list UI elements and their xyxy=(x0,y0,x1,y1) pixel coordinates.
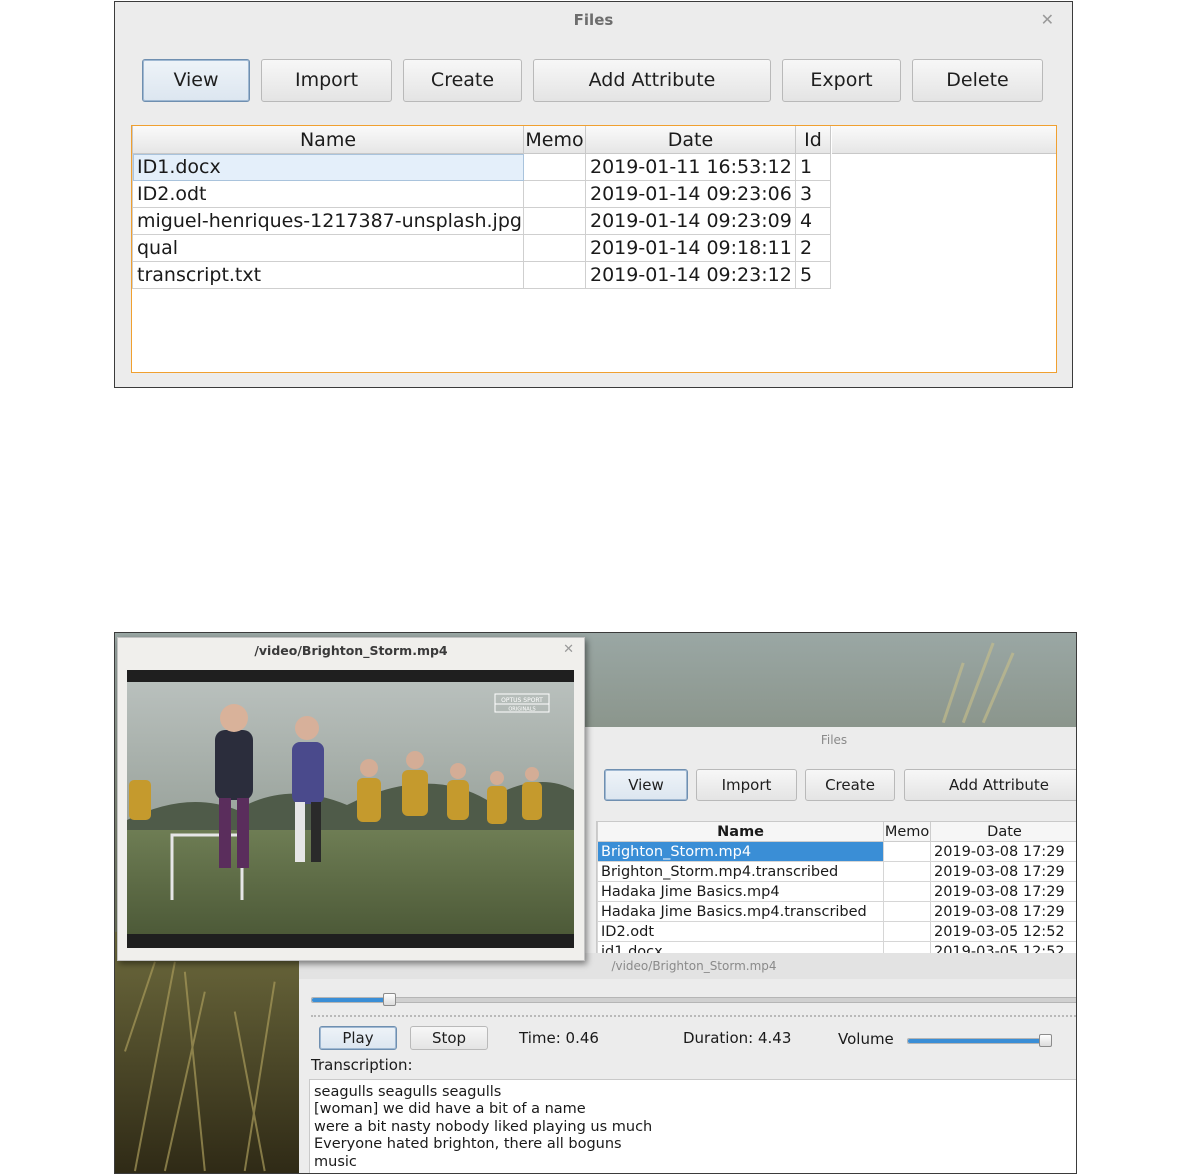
video-window: /video/Brighton_Storm.mp4 ✕ OPTUS SPORT … xyxy=(117,637,585,961)
table-row[interactable]: ID2.odt 2019-03-05 12:52 xyxy=(597,921,1076,942)
cell-date[interactable]: 2019-01-14 09:18:11 xyxy=(585,234,796,262)
transcript-line: seagulls seagulls seagulls xyxy=(314,1084,502,1100)
cell-date[interactable]: 2019-01-14 09:23:12 xyxy=(585,261,796,289)
view-button[interactable]: View xyxy=(604,769,688,801)
cell-memo[interactable] xyxy=(523,153,586,181)
time-label: Time: 0.46 xyxy=(519,1029,599,1047)
cell-memo[interactable] xyxy=(883,861,931,882)
files-table[interactable]: Name Memo Date Id ID1.docx 2019-01-11 16… xyxy=(131,125,1057,373)
video-frame[interactable]: OPTUS SPORT ORIGINALS xyxy=(127,670,574,948)
cell-memo[interactable] xyxy=(883,921,931,942)
cell-date[interactable]: 2019-01-14 09:23:06 xyxy=(585,180,796,208)
import-button[interactable]: Import xyxy=(261,59,392,102)
cell-date[interactable]: 2019-03-08 17:29 xyxy=(929,881,1076,902)
cell-id[interactable]: 2 xyxy=(795,234,831,262)
files-table[interactable]: Name Memo Date Brighton_Storm.mp4 2019-0… xyxy=(596,821,1076,956)
cell-id[interactable]: 4 xyxy=(795,207,831,235)
duration-label: Duration: 4.43 xyxy=(683,1029,792,1047)
column-header-memo[interactable]: Memo xyxy=(883,822,931,842)
transcript-line: music xyxy=(314,1153,357,1170)
add-attribute-button[interactable]: Add Attribute xyxy=(533,59,771,102)
column-header-date[interactable]: Date xyxy=(585,126,796,154)
cell-name[interactable]: Hadaka Jime Basics.mp4.transcribed xyxy=(597,901,885,922)
cell-name[interactable]: ID2.odt xyxy=(597,921,885,942)
cell-date[interactable]: 2019-03-05 12:52 xyxy=(929,921,1076,942)
table-row[interactable]: Hadaka Jime Basics.mp4.transcribed 2019-… xyxy=(597,901,1076,922)
cell-name[interactable]: Brighton_Storm.mp4 xyxy=(597,841,885,862)
files-window: Files ✕ View Import Create Add Attribute… xyxy=(114,1,1073,388)
close-icon[interactable]: ✕ xyxy=(563,642,574,657)
table-row[interactable]: Brighton_Storm.mp4 2019-03-08 17:29 xyxy=(597,841,1076,862)
cell-name[interactable]: miguel-henriques-1217387-unsplash.jpg xyxy=(132,207,524,235)
seek-slider[interactable] xyxy=(311,993,1076,1006)
table-row[interactable]: Brighton_Storm.mp4.transcribed 2019-03-0… xyxy=(597,861,1076,882)
watermark-line-1: OPTUS SPORT xyxy=(501,697,543,704)
cell-memo[interactable] xyxy=(523,234,586,262)
column-header-date[interactable]: Date xyxy=(929,822,1076,842)
volume-label: Volume xyxy=(838,1030,894,1048)
files-table-grid: Name Memo Date Brighton_Storm.mp4 2019-0… xyxy=(597,822,1076,955)
cell-name[interactable]: transcript.txt xyxy=(132,261,524,289)
delete-button[interactable]: Delete xyxy=(912,59,1043,102)
desktop-screenshot: Files View Import Create Add Attribute N… xyxy=(114,632,1077,1174)
stop-button[interactable]: Stop xyxy=(410,1026,488,1050)
seek-slider-handle[interactable] xyxy=(383,993,396,1006)
cell-id[interactable]: 3 xyxy=(795,180,831,208)
cell-id[interactable]: 1 xyxy=(795,153,831,181)
table-row[interactable]: ID1.docx 2019-01-11 16:53:12 1 xyxy=(132,153,831,181)
watermark-line-2: ORIGINALS xyxy=(508,707,535,713)
cell-memo[interactable] xyxy=(883,881,931,902)
cell-memo[interactable] xyxy=(523,261,586,289)
cell-memo[interactable] xyxy=(523,207,586,235)
cell-date[interactable]: 2019-03-08 17:29 xyxy=(929,861,1076,882)
volume-slider[interactable] xyxy=(907,1034,1052,1047)
transcript-line: were a bit nasty nobody liked playing us… xyxy=(314,1118,653,1135)
window-title: Files xyxy=(573,11,614,29)
export-button[interactable]: Export xyxy=(782,59,901,102)
files-table-grid: Name Memo Date Id ID1.docx 2019-01-11 16… xyxy=(132,126,831,289)
table-row[interactable]: transcript.txt 2019-01-14 09:23:12 5 xyxy=(132,261,831,289)
volume-slider-fill xyxy=(908,1039,1045,1043)
column-header-memo[interactable]: Memo xyxy=(523,126,586,154)
column-header-id[interactable]: Id xyxy=(795,126,831,154)
create-button[interactable]: Create xyxy=(403,59,522,102)
cell-date[interactable]: 2019-01-14 09:23:09 xyxy=(585,207,796,235)
seek-slider-fill xyxy=(312,998,389,1002)
cell-name[interactable]: qual xyxy=(132,234,524,262)
cell-date[interactable]: 2019-03-08 17:29 xyxy=(929,841,1076,862)
cell-date[interactable]: 2019-03-08 17:29 xyxy=(929,901,1076,922)
window-title: Files xyxy=(820,733,848,747)
create-button[interactable]: Create xyxy=(805,769,895,801)
transcription-textarea[interactable]: seagulls seagulls seagulls [woman] we di… xyxy=(309,1079,1076,1173)
header-filler xyxy=(832,126,1056,154)
video-still-image: OPTUS SPORT ORIGINALS xyxy=(127,670,574,948)
volume-slider-handle[interactable] xyxy=(1039,1034,1052,1047)
cell-name[interactable]: ID1.docx xyxy=(132,153,524,181)
table-row[interactable]: miguel-henriques-1217387-unsplash.jpg 20… xyxy=(132,207,831,235)
cell-date[interactable]: 2019-01-11 16:53:12 xyxy=(585,153,796,181)
table-row[interactable]: Hadaka Jime Basics.mp4 2019-03-08 17:29 xyxy=(597,881,1076,902)
cell-name[interactable]: Hadaka Jime Basics.mp4 xyxy=(597,881,885,902)
column-header-name[interactable]: Name xyxy=(132,126,524,154)
transcription-label: Transcription: xyxy=(311,1056,413,1074)
close-icon[interactable]: ✕ xyxy=(1041,10,1054,29)
window-title: /video/Brighton_Storm.mp4 xyxy=(254,643,448,658)
column-header-name[interactable]: Name xyxy=(597,822,885,842)
add-attribute-button[interactable]: Add Attribute xyxy=(904,769,1076,801)
cell-memo[interactable] xyxy=(523,180,586,208)
cell-id[interactable]: 5 xyxy=(795,261,831,289)
import-button[interactable]: Import xyxy=(696,769,797,801)
view-button[interactable]: View xyxy=(142,59,250,102)
cell-memo[interactable] xyxy=(883,841,931,862)
table-row[interactable]: qual 2019-01-14 09:18:11 2 xyxy=(132,234,831,262)
player-window: /video/Brighton_Storm.mp4 Play Stop Time… xyxy=(299,953,1076,1173)
cell-memo[interactable] xyxy=(883,901,931,922)
cell-name[interactable]: Brighton_Storm.mp4.transcribed xyxy=(597,861,885,882)
cell-name[interactable]: ID2.odt xyxy=(132,180,524,208)
transcript-line: Everyone hated brighton, there all bogun… xyxy=(314,1136,622,1153)
tick-marks xyxy=(311,1015,1076,1017)
transcript-line: [woman] we did have a bit of a name xyxy=(314,1101,586,1118)
table-row[interactable]: ID2.odt 2019-01-14 09:23:06 3 xyxy=(132,180,831,208)
play-button[interactable]: Play xyxy=(319,1026,397,1050)
